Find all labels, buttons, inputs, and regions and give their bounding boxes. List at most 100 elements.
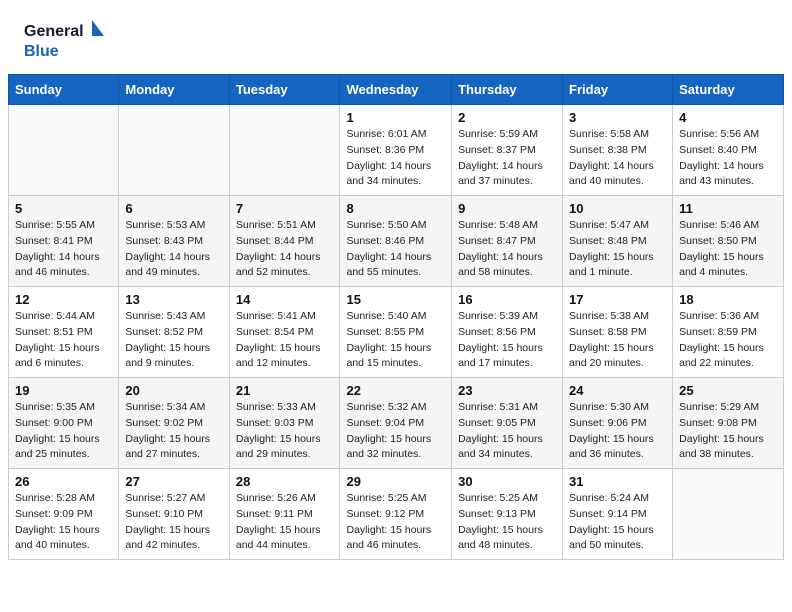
logo-svg: General Blue — [24, 18, 104, 64]
calendar-row: 5 Sunrise: 5:55 AM Sunset: 8:41 PM Daylig… — [9, 196, 784, 287]
calendar-cell: 23 Sunrise: 5:31 AM Sunset: 9:05 PM Dayli… — [452, 378, 563, 469]
calendar-cell: 13 Sunrise: 5:43 AM Sunset: 8:52 PM Dayli… — [119, 287, 229, 378]
calendar-row: 12 Sunrise: 5:44 AM Sunset: 8:51 PM Dayli… — [9, 287, 784, 378]
calendar-row: 1 Sunrise: 6:01 AM Sunset: 8:36 PM Daylig… — [9, 105, 784, 196]
calendar-cell: 30Sunrise: 5:25 AM Sunset: 9:13 PM Dayli… — [452, 469, 563, 560]
day-number: 1 — [346, 110, 445, 125]
calendar-cell: 6Sunrise: 5:53 AM Sunset: 8:43 PM Daylig… — [119, 196, 229, 287]
day-info: Sunrise: 5:51 AM Sunset: 8:44 PM Dayligh… — [236, 218, 334, 281]
calendar-cell: 24Sunrise: 5:30 AM Sunset: 9:06 PM Dayli… — [563, 378, 673, 469]
calendar-cell: 9 Sunrise: 5:48 AM Sunset: 8:47 PM Daylig… — [452, 196, 563, 287]
weekday-sunday: Sunday — [9, 75, 119, 105]
day-number: 7 — [236, 201, 334, 216]
day-info: Sunrise: 5:53 AM Sunset: 8:43 PM Dayligh… — [125, 218, 222, 281]
day-info: Sunrise: 5:58 AM Sunset: 8:38 PM Dayligh… — [569, 127, 666, 190]
day-number: 16 — [458, 292, 556, 307]
day-info: Sunrise: 5:35 AM Sunset: 9:00 PM Dayligh… — [15, 400, 112, 463]
day-number: 5 — [15, 201, 112, 216]
day-info: Sunrise: 5:31 AM Sunset: 9:05 PM Dayligh… — [458, 400, 556, 463]
weekday-thursday: Thursday — [452, 75, 563, 105]
weekday-monday: Monday — [119, 75, 229, 105]
calendar-cell — [119, 105, 229, 196]
calendar-cell: 2Sunrise: 5:59 AM Sunset: 8:37 PM Daylig… — [452, 105, 563, 196]
day-info: Sunrise: 5:46 AM Sunset: 8:50 PM Dayligh… — [679, 218, 777, 281]
day-number: 14 — [236, 292, 334, 307]
day-info: Sunrise: 5:38 AM Sunset: 8:58 PM Dayligh… — [569, 309, 666, 372]
calendar-cell: 12 Sunrise: 5:44 AM Sunset: 8:51 PM Dayli… — [9, 287, 119, 378]
calendar-cell: 3Sunrise: 5:58 AM Sunset: 8:38 PM Daylig… — [563, 105, 673, 196]
calendar-cell: 27 Sunrise: 5:27 AM Sunset: 9:10 PM Dayli… — [119, 469, 229, 560]
day-number: 9 — [458, 201, 556, 216]
day-info: Sunrise: 6:01 AM Sunset: 8:36 PM Dayligh… — [346, 127, 445, 190]
day-info: Sunrise: 5:32 AM Sunset: 9:04 PM Dayligh… — [346, 400, 445, 463]
calendar-cell: 11 Sunrise: 5:46 AM Sunset: 8:50 PM Dayli… — [673, 196, 784, 287]
day-info: Sunrise: 5:41 AM Sunset: 8:54 PM Dayligh… — [236, 309, 334, 372]
day-number: 12 — [15, 292, 112, 307]
day-number: 10 — [569, 201, 666, 216]
svg-text:General: General — [24, 23, 84, 40]
day-number: 24 — [569, 383, 666, 398]
day-number: 19 — [15, 383, 112, 398]
day-info: Sunrise: 5:25 AM Sunset: 9:12 PM Dayligh… — [346, 491, 445, 554]
calendar-cell: 5 Sunrise: 5:55 AM Sunset: 8:41 PM Daylig… — [9, 196, 119, 287]
calendar-cell: 28 Sunrise: 5:26 AM Sunset: 9:11 PM Dayli… — [229, 469, 340, 560]
day-number: 29 — [346, 474, 445, 489]
day-number: 13 — [125, 292, 222, 307]
day-info: Sunrise: 5:27 AM Sunset: 9:10 PM Dayligh… — [125, 491, 222, 554]
calendar-cell: 25 Sunrise: 5:29 AM Sunset: 9:08 PM Dayli… — [673, 378, 784, 469]
day-info: Sunrise: 5:33 AM Sunset: 9:03 PM Dayligh… — [236, 400, 334, 463]
day-info: Sunrise: 5:36 AM Sunset: 8:59 PM Dayligh… — [679, 309, 777, 372]
calendar-cell: 18 Sunrise: 5:36 AM Sunset: 8:59 PM Dayli… — [673, 287, 784, 378]
day-number: 11 — [679, 201, 777, 216]
day-info: Sunrise: 5:24 AM Sunset: 9:14 PM Dayligh… — [569, 491, 666, 554]
calendar-cell: 7 Sunrise: 5:51 AM Sunset: 8:44 PM Daylig… — [229, 196, 340, 287]
calendar-cell — [229, 105, 340, 196]
calendar-cell: 4Sunrise: 5:56 AM Sunset: 8:40 PM Daylig… — [673, 105, 784, 196]
day-number: 2 — [458, 110, 556, 125]
calendar-cell: 10 Sunrise: 5:47 AM Sunset: 8:48 PM Dayli… — [563, 196, 673, 287]
day-number: 18 — [679, 292, 777, 307]
day-info: Sunrise: 5:34 AM Sunset: 9:02 PM Dayligh… — [125, 400, 222, 463]
day-number: 28 — [236, 474, 334, 489]
calendar-cell: 29 Sunrise: 5:25 AM Sunset: 9:12 PM Dayli… — [340, 469, 452, 560]
calendar-cell: 8Sunrise: 5:50 AM Sunset: 8:46 PM Daylig… — [340, 196, 452, 287]
day-number: 25 — [679, 383, 777, 398]
day-number: 23 — [458, 383, 556, 398]
svg-text:Blue: Blue — [24, 43, 59, 60]
calendar-table: SundayMondayTuesdayWednesdayThursdayFrid… — [8, 74, 784, 560]
day-info: Sunrise: 5:29 AM Sunset: 9:08 PM Dayligh… — [679, 400, 777, 463]
calendar-cell: 15Sunrise: 5:40 AM Sunset: 8:55 PM Dayli… — [340, 287, 452, 378]
day-info: Sunrise: 5:44 AM Sunset: 8:51 PM Dayligh… — [15, 309, 112, 372]
day-info: Sunrise: 5:43 AM Sunset: 8:52 PM Dayligh… — [125, 309, 222, 372]
calendar-cell: 19 Sunrise: 5:35 AM Sunset: 9:00 PM Dayli… — [9, 378, 119, 469]
header: General Blue — [0, 0, 792, 74]
day-number: 8 — [346, 201, 445, 216]
weekday-wednesday: Wednesday — [340, 75, 452, 105]
day-number: 27 — [125, 474, 222, 489]
calendar-cell: 21Sunrise: 5:33 AM Sunset: 9:03 PM Dayli… — [229, 378, 340, 469]
day-info: Sunrise: 5:28 AM Sunset: 9:09 PM Dayligh… — [15, 491, 112, 554]
calendar-row: 26 Sunrise: 5:28 AM Sunset: 9:09 PM Dayli… — [9, 469, 784, 560]
day-info: Sunrise: 5:47 AM Sunset: 8:48 PM Dayligh… — [569, 218, 666, 281]
calendar-cell: 22Sunrise: 5:32 AM Sunset: 9:04 PM Dayli… — [340, 378, 452, 469]
weekday-header-row: SundayMondayTuesdayWednesdayThursdayFrid… — [9, 75, 784, 105]
day-info: Sunrise: 5:25 AM Sunset: 9:13 PM Dayligh… — [458, 491, 556, 554]
calendar-cell: 14 Sunrise: 5:41 AM Sunset: 8:54 PM Dayli… — [229, 287, 340, 378]
day-info: Sunrise: 5:55 AM Sunset: 8:41 PM Dayligh… — [15, 218, 112, 281]
day-number: 15 — [346, 292, 445, 307]
weekday-tuesday: Tuesday — [229, 75, 340, 105]
calendar-body: 1 Sunrise: 6:01 AM Sunset: 8:36 PM Daylig… — [9, 105, 784, 560]
weekday-friday: Friday — [563, 75, 673, 105]
calendar-cell: 1 Sunrise: 6:01 AM Sunset: 8:36 PM Daylig… — [340, 105, 452, 196]
calendar-cell: 31Sunrise: 5:24 AM Sunset: 9:14 PM Dayli… — [563, 469, 673, 560]
day-number: 26 — [15, 474, 112, 489]
calendar-cell: 26 Sunrise: 5:28 AM Sunset: 9:09 PM Dayli… — [9, 469, 119, 560]
day-info: Sunrise: 5:26 AM Sunset: 9:11 PM Dayligh… — [236, 491, 334, 554]
day-info: Sunrise: 5:56 AM Sunset: 8:40 PM Dayligh… — [679, 127, 777, 190]
day-info: Sunrise: 5:48 AM Sunset: 8:47 PM Dayligh… — [458, 218, 556, 281]
calendar-cell — [9, 105, 119, 196]
logo: General Blue — [24, 18, 104, 64]
day-number: 20 — [125, 383, 222, 398]
calendar-cell: 17 Sunrise: 5:38 AM Sunset: 8:58 PM Dayli… — [563, 287, 673, 378]
day-number: 17 — [569, 292, 666, 307]
